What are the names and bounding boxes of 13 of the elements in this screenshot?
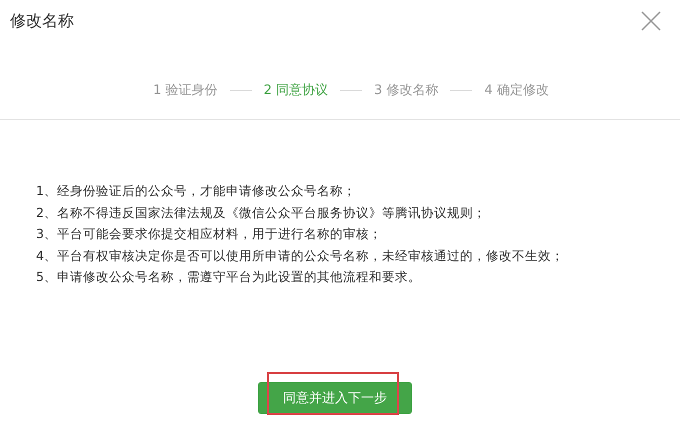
terms-item: 1、经身份验证后的公众号，才能申请修改公众号名称； — [36, 182, 357, 200]
close-button[interactable] — [640, 10, 662, 32]
step-label: 2 同意协议 — [264, 82, 328, 99]
close-icon — [640, 10, 662, 32]
terms-item: 4、平台有权审核决定你是否可以使用所申请的公众号名称，未经审核通过的，修改不生效； — [36, 246, 565, 264]
terms-item: 2、名称不得违反国家法律法规及《微信公众平台服务协议》等腾讯协议规则； — [36, 204, 487, 222]
step-label: 3 修改名称 — [374, 82, 438, 99]
agree-next-button[interactable]: 同意并进入下一步 — [258, 382, 412, 414]
terms-item: 3、平台可能会要求你提交相应材料，用于进行名称的审核； — [36, 225, 383, 243]
step-label: 4 确定修改 — [484, 82, 549, 99]
step-label: 1 验证身份 — [153, 82, 218, 99]
dialog-title: 修改名称 — [10, 10, 74, 32]
terms-item: 5、申请修改公众号名称，需遵守平台为此设置的其他流程和要求。 — [36, 268, 422, 286]
